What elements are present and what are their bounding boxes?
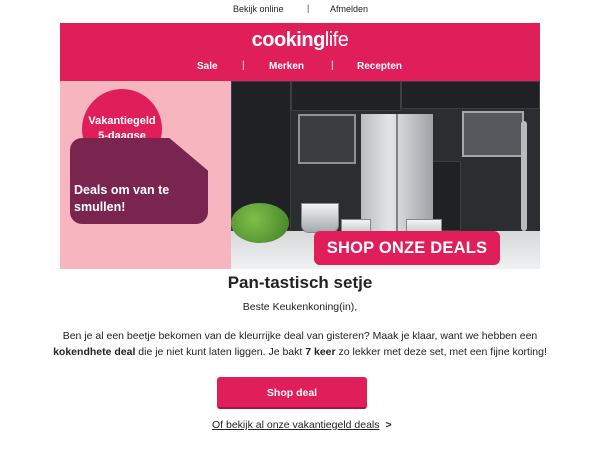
- body-line-1: Ben je al een beetje bekomen van de kleu…: [62, 330, 538, 342]
- cookinglife-logo[interactable]: cookinglife: [60, 29, 540, 52]
- nav-item-merken[interactable]: Merken: [269, 61, 304, 72]
- body-text-part: die je niet kunt laten liggen. Je bakt: [135, 346, 306, 358]
- fridge: [361, 114, 433, 234]
- nav-item-sale[interactable]: Sale: [197, 61, 218, 72]
- microwave: [462, 111, 524, 157]
- oven: [298, 114, 356, 164]
- logo-bold-text: cooking: [251, 29, 326, 51]
- unsubscribe-link[interactable]: Afmelden: [330, 4, 368, 14]
- hero-banner[interactable]: Vakantiegeld 5-daagse Deals om van te sm…: [60, 81, 540, 269]
- body-text-part: zo lekker met deze set, met een fijne ko…: [335, 346, 547, 358]
- kitchen-cabinet: [401, 81, 540, 109]
- logo-light-text: life: [324, 29, 349, 51]
- nav-separator: |: [331, 60, 334, 71]
- view-online-link[interactable]: Bekijk online: [233, 4, 284, 14]
- body-text: Ben je al een beetje bekomen van de kleu…: [0, 328, 600, 360]
- more-deals-link[interactable]: Of bekijk al onze vakantiegeld deals >: [212, 419, 392, 431]
- deal-title: Pan-tastisch setje: [227, 273, 373, 292]
- main-nav: Sale | Merken | Recepten: [60, 60, 540, 77]
- body-bold-times: 7 keer: [305, 346, 336, 358]
- plant-image: [231, 203, 289, 243]
- body-line-2: kokendhete deal die je niet kunt laten l…: [0, 344, 600, 360]
- more-deals-text[interactable]: Of bekijk al onze vakantiegeld deals: [212, 419, 380, 431]
- nav-separator: |: [242, 60, 245, 71]
- shop-deals-banner-button[interactable]: SHOP ONZE DEALS: [314, 231, 500, 265]
- pot-image: [301, 203, 339, 233]
- top-links-bar: Bekijk online | Afmelden: [0, 3, 600, 16]
- shop-deal-button[interactable]: Shop deal: [217, 377, 367, 409]
- kitchen-cabinet: [291, 81, 401, 111]
- deals-text: Deals om van te smullen!: [74, 182, 214, 216]
- chevron-right-icon: >: [385, 419, 392, 431]
- body-bold-deal: kokendhete deal: [53, 346, 136, 358]
- deals-line-1: Deals om van te: [74, 183, 170, 197]
- badge-line-1: Vakantiegeld: [88, 115, 156, 128]
- faucet: [521, 121, 527, 231]
- hero-promo-panel: Vakantiegeld 5-daagse Deals om van te sm…: [60, 81, 231, 269]
- top-links-separator: |: [307, 3, 310, 13]
- email-header: cookinglife Sale | Merken | Recepten: [60, 23, 540, 81]
- greeting: Beste Keukenkoning(in),: [242, 301, 358, 313]
- nav-item-recepten[interactable]: Recepten: [357, 61, 402, 72]
- deals-line-2: smullen!: [74, 199, 126, 214]
